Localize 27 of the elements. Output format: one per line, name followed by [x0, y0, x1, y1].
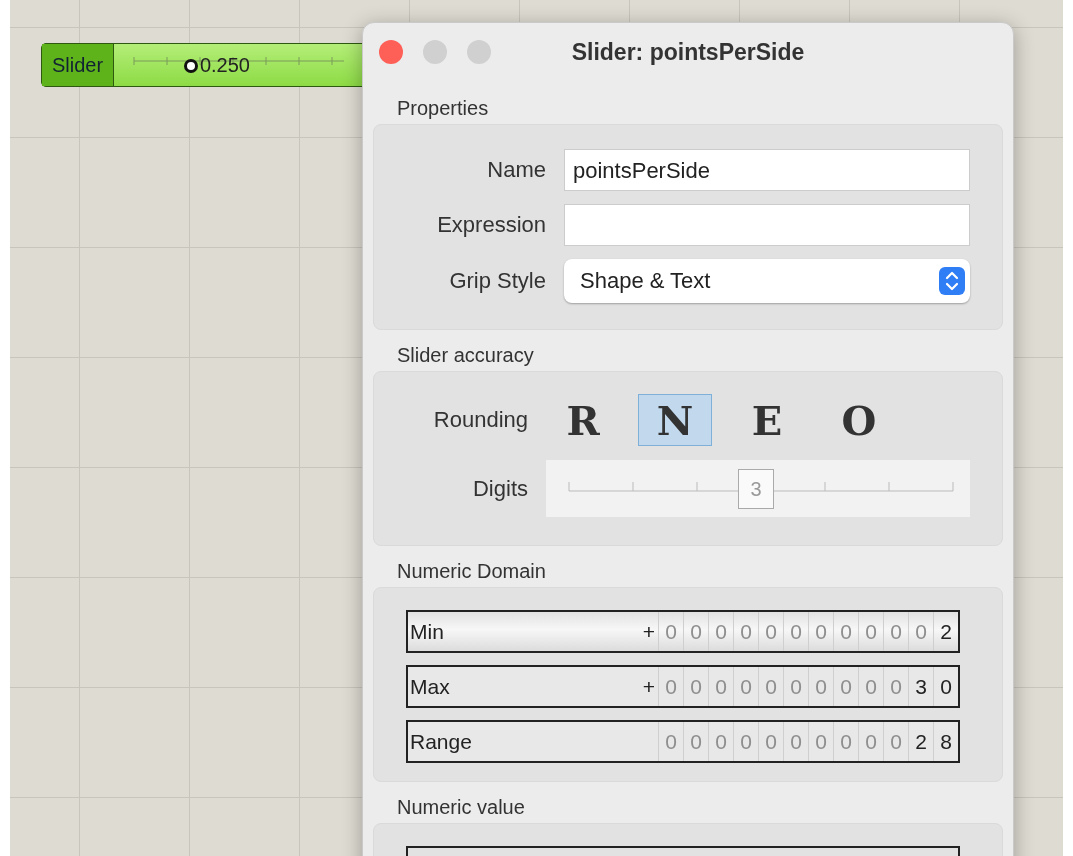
rounding-option[interactable]: R [546, 394, 620, 446]
input-field[interactable] [564, 204, 970, 246]
zoom-button[interactable] [467, 40, 491, 64]
rounding-option[interactable]: E [730, 394, 804, 446]
number-input[interactable]: Max + 0 0 0 0 0 0 0 0 0 0 3 0 [406, 665, 960, 708]
section-title: Numeric value [397, 796, 526, 819]
close-button[interactable] [379, 40, 403, 64]
window-title: Slider: pointsPerSide [571, 38, 805, 66]
number-input[interactable]: Min + 0 0 0 0 0 0 0 0 0 0 0 2 [406, 610, 960, 653]
slider-knob[interactable] [183, 59, 198, 73]
section-title: Properties [397, 97, 490, 120]
rounding-option[interactable]: O [822, 394, 896, 446]
chevron-icon [939, 267, 965, 295]
dropdown[interactable]: Shape & Text [564, 259, 970, 303]
field-label: Grip Style [448, 268, 546, 294]
digits-label: Digits [472, 475, 528, 502]
section-title: Slider accuracy [397, 344, 535, 367]
number-input[interactable]: Range 0 0 0 0 0 0 0 0 0 0 2 8 [406, 720, 960, 763]
field-label: Name [486, 157, 546, 183]
section-title: Numeric Domain [397, 560, 547, 583]
rounding-label: Rounding [432, 407, 528, 433]
slider-value: 0.250 [199, 54, 250, 77]
rounding-option[interactable]: N [638, 394, 712, 446]
minimize-button[interactable] [423, 40, 447, 64]
input-field[interactable]: pointsPerSide [564, 149, 970, 191]
field-label: Expression [436, 212, 546, 238]
slider-node-label: Slider [42, 44, 115, 86]
